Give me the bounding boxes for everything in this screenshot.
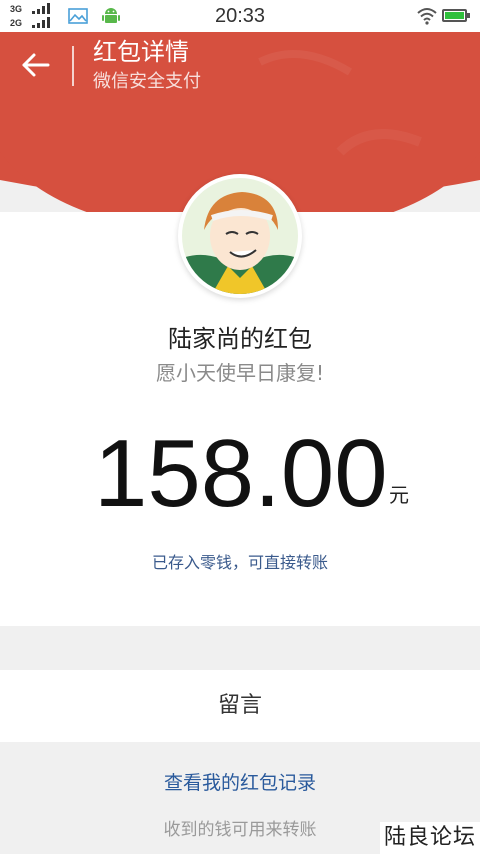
arrow-left-icon bbox=[22, 53, 50, 77]
page-title: 红包详情 bbox=[93, 38, 189, 66]
leave-message-button[interactable]: 留言 bbox=[0, 670, 480, 742]
wifi-icon bbox=[417, 8, 437, 25]
header-divider bbox=[72, 46, 74, 86]
amount-unit: 元 bbox=[389, 483, 409, 507]
page-subtitle: 微信安全支付 bbox=[93, 71, 201, 92]
avatar-image bbox=[182, 178, 298, 294]
greeting-message: 愿小天使早日康复! bbox=[155, 361, 325, 385]
top-header: 红包详情 微信安全支付 bbox=[0, 32, 480, 100]
status-bar: 3G 2G 20:33 bbox=[0, 0, 480, 32]
packet-amount: 158.00 bbox=[94, 420, 388, 527]
view-packet-history-link[interactable]: 查看我的红包记录 bbox=[0, 768, 480, 798]
back-button[interactable] bbox=[18, 50, 54, 80]
battery-icon bbox=[442, 9, 467, 22]
status-clock: 20:33 bbox=[214, 5, 266, 27]
saved-to-change-link[interactable]: 已存入零钱，可直接转账 bbox=[0, 550, 480, 576]
sender-avatar[interactable] bbox=[178, 174, 302, 298]
forum-watermark: 陆良论坛 bbox=[380, 822, 480, 854]
battery-tip bbox=[467, 13, 470, 18]
sender-name: 陆家尚的红包 bbox=[168, 325, 312, 353]
battery-level bbox=[445, 12, 464, 19]
